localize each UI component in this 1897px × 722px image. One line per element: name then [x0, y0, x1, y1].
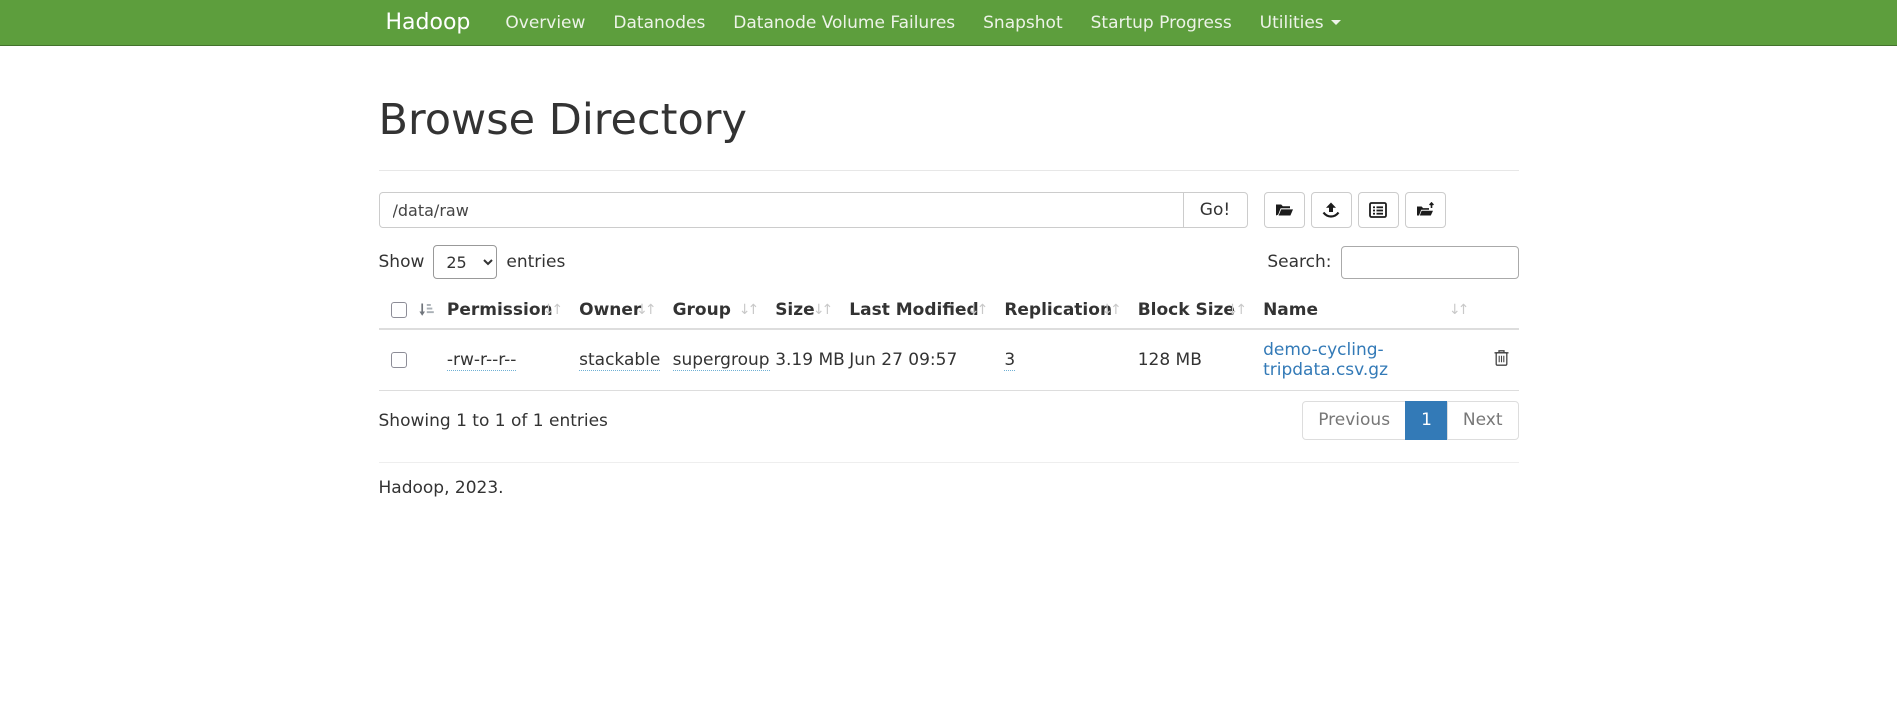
column-header-replication[interactable]: Replication ↓↑ — [1004, 292, 1137, 329]
column-label: Block Size — [1138, 300, 1235, 320]
table-search-input[interactable] — [1341, 246, 1519, 279]
list-view-button[interactable] — [1358, 192, 1399, 228]
upload-icon — [1322, 202, 1340, 218]
table-row: -rw-r--r-- stackable supergroup 3.19 MB … — [379, 329, 1519, 391]
entries-label: entries — [506, 252, 565, 272]
file-table: Permission ↓↑ Owner ↓↑ Group ↓↑ Size ↓↑ … — [379, 292, 1519, 391]
size-cell: 3.19 MB — [775, 329, 849, 391]
row-checkbox[interactable] — [391, 352, 407, 368]
file-toolbar — [1264, 192, 1446, 228]
list-alt-icon — [1369, 202, 1387, 218]
sort-icon: ↓↑ — [1227, 302, 1247, 318]
table-controls: Show 25 entries Search: — [379, 245, 1519, 279]
column-header-select[interactable] — [379, 292, 447, 329]
column-label: Name — [1263, 300, 1318, 320]
table-footer: Showing 1 to 1 of 1 entries Previous 1 N… — [379, 401, 1519, 439]
column-header-owner[interactable]: Owner ↓↑ — [579, 292, 672, 329]
sort-icon: ↓↑ — [968, 302, 988, 318]
sort-icon: ↓↑ — [543, 302, 563, 318]
show-label: Show — [379, 252, 425, 272]
nav-datanode-volume-failures[interactable]: Datanode Volume Failures — [719, 0, 969, 45]
nav-startup-progress[interactable]: Startup Progress — [1077, 0, 1246, 45]
show-entries: Show 25 entries — [379, 245, 566, 279]
file-link[interactable]: demo-cycling-tripdata.csv.gz — [1263, 340, 1388, 380]
brand-hadoop[interactable]: Hadoop — [379, 10, 478, 35]
nav-overview[interactable]: Overview — [491, 0, 599, 45]
column-header-last-modified[interactable]: Last Modified ↓↑ — [849, 292, 1004, 329]
owner-cell: stackable — [579, 329, 672, 391]
column-header-name[interactable]: Name ↓↑ — [1263, 292, 1485, 329]
footer-text: Hadoop, 2023. — [379, 478, 1519, 528]
replication-trigger[interactable]: 3 — [1004, 350, 1015, 371]
header-divider — [379, 170, 1519, 171]
column-header-actions — [1485, 292, 1518, 329]
column-label: Permission — [447, 300, 553, 320]
pagination-page-1[interactable]: 1 — [1405, 401, 1448, 439]
directory-path-input[interactable] — [379, 192, 1184, 228]
folder-arrow-up-icon — [1416, 202, 1435, 218]
upload-file-button[interactable] — [1311, 192, 1352, 228]
group-cell: supergroup — [673, 329, 776, 391]
main-container: Browse Directory Go! — [364, 96, 1534, 528]
column-label: Owner — [579, 300, 641, 320]
pagination: Previous 1 Next — [1302, 401, 1518, 439]
footer-divider — [379, 462, 1519, 463]
pagination-next[interactable]: Next — [1447, 401, 1519, 439]
column-label: Size — [775, 300, 815, 320]
column-header-size[interactable]: Size ↓↑ — [775, 292, 849, 329]
select-all-checkbox[interactable] — [391, 302, 407, 318]
search-box: Search: — [1267, 246, 1518, 279]
column-header-group[interactable]: Group ↓↑ — [673, 292, 776, 329]
pagination-previous[interactable]: Previous — [1302, 401, 1406, 439]
path-input-group: Go! — [379, 192, 1248, 228]
actions-cell — [1485, 329, 1518, 391]
group-trigger[interactable]: supergroup — [673, 350, 770, 371]
nav-snapshot[interactable]: Snapshot — [969, 0, 1076, 45]
last-modified-cell: Jun 27 09:57 — [849, 329, 1004, 391]
folder-open-icon — [1275, 202, 1294, 218]
delete-file-button[interactable] — [1493, 349, 1510, 367]
select-cell — [379, 329, 447, 391]
column-label: Group — [673, 300, 731, 320]
page-title: Browse Directory — [379, 96, 1519, 145]
trash-icon — [1493, 349, 1510, 367]
sort-icon: ↓↑ — [1449, 302, 1469, 318]
column-label: Last Modified — [849, 300, 978, 320]
top-navbar: Hadoop Overview Datanodes Datanode Volum… — [0, 0, 1897, 46]
entries-info: Showing 1 to 1 of 1 entries — [379, 411, 608, 431]
owner-trigger[interactable]: stackable — [579, 350, 660, 371]
page-size-select[interactable]: 25 — [433, 245, 497, 279]
sort-icon: ↓↑ — [739, 302, 759, 318]
chevron-down-icon — [1331, 20, 1341, 25]
nav-utilities[interactable]: Utilities — [1246, 0, 1355, 45]
sort-icon: ↓↑ — [813, 302, 833, 318]
replication-cell: 3 — [1004, 329, 1137, 391]
navbar-inner: Hadoop Overview Datanodes Datanode Volum… — [364, 0, 1534, 45]
permission-cell: -rw-r--r-- — [447, 329, 579, 391]
sort-amount-icon — [418, 303, 434, 317]
nav-datanodes[interactable]: Datanodes — [599, 0, 719, 45]
sort-icon: ↓↑ — [1101, 302, 1121, 318]
go-button[interactable]: Go! — [1183, 192, 1248, 228]
name-cell: demo-cycling-tripdata.csv.gz — [1263, 329, 1485, 391]
table-header-row: Permission ↓↑ Owner ↓↑ Group ↓↑ Size ↓↑ … — [379, 292, 1519, 329]
column-header-block-size[interactable]: Block Size ↓↑ — [1138, 292, 1263, 329]
sort-icon: ↓↑ — [636, 302, 656, 318]
nav-utilities-label: Utilities — [1260, 13, 1324, 33]
column-label: Replication — [1004, 300, 1112, 320]
block-size-cell: 128 MB — [1138, 329, 1263, 391]
permission-trigger[interactable]: -rw-r--r-- — [447, 350, 517, 371]
create-directory-button[interactable] — [1264, 192, 1305, 228]
move-selected-button[interactable] — [1405, 192, 1446, 228]
search-label: Search: — [1267, 252, 1331, 272]
path-row: Go! — [379, 192, 1519, 228]
column-header-permission[interactable]: Permission ↓↑ — [447, 292, 579, 329]
